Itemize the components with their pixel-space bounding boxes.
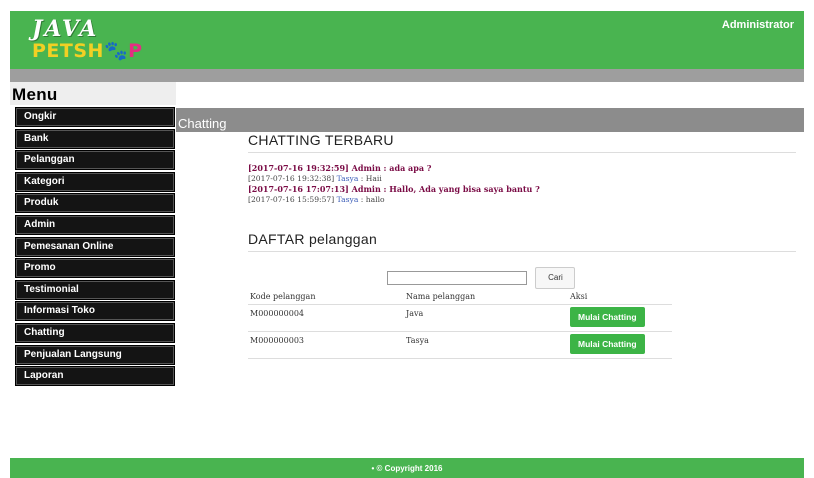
mulai-chatting-button[interactable]: Mulai Chatting xyxy=(570,307,645,327)
chatting-section-header: Chatting xyxy=(176,108,804,132)
chat-sender-link[interactable]: Tasya xyxy=(337,195,359,204)
table-row: M000000003 Tasya Mulai Chatting xyxy=(248,331,672,359)
java-petshop-logo[interactable]: JAVA PETSH🐾P xyxy=(32,17,143,61)
customer-name: Tasya xyxy=(404,331,568,359)
chat-message: [2017-07-16 15:59:57] Tasya : hallo xyxy=(248,194,385,204)
main-content: CHATTING TERBARU [2017-07-16 19:32:59] A… xyxy=(248,132,796,359)
header-divider-bar xyxy=(10,69,804,82)
chatting-terbaru-title: CHATTING TERBARU xyxy=(248,132,796,153)
sidebar: Menu Ongkir Bank Pelanggan Kategori Prod… xyxy=(10,82,176,388)
menu-item-informasi-toko[interactable]: Informasi Toko xyxy=(15,301,175,322)
daftar-pelanggan-title: DAFTAR pelanggan xyxy=(248,231,796,252)
administrator-link[interactable]: Administrator xyxy=(722,19,794,31)
chat-message: [2017-07-16 17:07:13] Admin : Hallo, Ada… xyxy=(248,184,540,194)
customer-search-input[interactable] xyxy=(387,271,527,285)
logo-petshop-text: PETSH🐾P xyxy=(32,40,143,62)
menu-item-kategori[interactable]: Kategori xyxy=(15,171,175,192)
chat-message: [2017-07-16 19:32:38] Tasya : Haii xyxy=(248,173,382,183)
menu-list: Ongkir Bank Pelanggan Kategori Produk Ad… xyxy=(15,107,175,388)
column-header-aksi: Aksi xyxy=(568,290,672,305)
menu-item-testimonial[interactable]: Testimonial xyxy=(15,279,175,300)
customer-table: Kode pelanggan Nama pelanggan Aksi M0000… xyxy=(248,290,672,359)
customer-code: M000000003 xyxy=(248,331,404,359)
table-header-row: Kode pelanggan Nama pelanggan Aksi xyxy=(248,290,672,305)
paw-icon: 🐾 xyxy=(103,40,129,62)
chat-message-list: [2017-07-16 19:32:59] Admin : ada apa ? … xyxy=(248,163,796,205)
chat-sender-link[interactable]: Tasya xyxy=(337,174,359,183)
cari-button[interactable]: Cari xyxy=(535,267,576,289)
site-header: JAVA PETSH🐾P Administrator xyxy=(10,11,804,69)
site-footer: • © Copyright 2016 xyxy=(10,458,804,478)
table-row: M000000004 Java Mulai Chatting xyxy=(248,304,672,332)
menu-item-ongkir[interactable]: Ongkir xyxy=(15,107,175,127)
customer-name: Java xyxy=(404,304,568,332)
menu-item-pemesanan-online[interactable]: Pemesanan Online xyxy=(15,236,175,257)
column-header-nama: Nama pelanggan xyxy=(404,290,568,305)
menu-title: Menu xyxy=(12,85,58,104)
menu-item-penjualan-langsung[interactable]: Penjualan Langsung xyxy=(15,344,175,365)
menu-item-admin[interactable]: Admin xyxy=(15,214,175,235)
column-header-kode: Kode pelanggan xyxy=(248,290,404,305)
menu-item-produk[interactable]: Produk xyxy=(15,193,175,214)
chat-message: [2017-07-16 19:32:59] Admin : ada apa ? xyxy=(248,163,432,173)
logo-java-text: JAVA xyxy=(32,16,99,42)
customer-search-row: Cari xyxy=(387,267,796,289)
mulai-chatting-button[interactable]: Mulai Chatting xyxy=(570,334,645,354)
menu-item-laporan[interactable]: Laporan xyxy=(15,366,175,387)
copyright-text: • © Copyright 2016 xyxy=(371,464,443,473)
menu-item-pelanggan[interactable]: Pelanggan xyxy=(15,150,175,171)
customer-code: M000000004 xyxy=(248,304,404,332)
section-header-title: Chatting xyxy=(178,116,227,131)
menu-item-bank[interactable]: Bank xyxy=(15,128,175,149)
menu-item-chatting[interactable]: Chatting xyxy=(15,322,175,343)
menu-item-promo[interactable]: Promo xyxy=(15,258,175,279)
